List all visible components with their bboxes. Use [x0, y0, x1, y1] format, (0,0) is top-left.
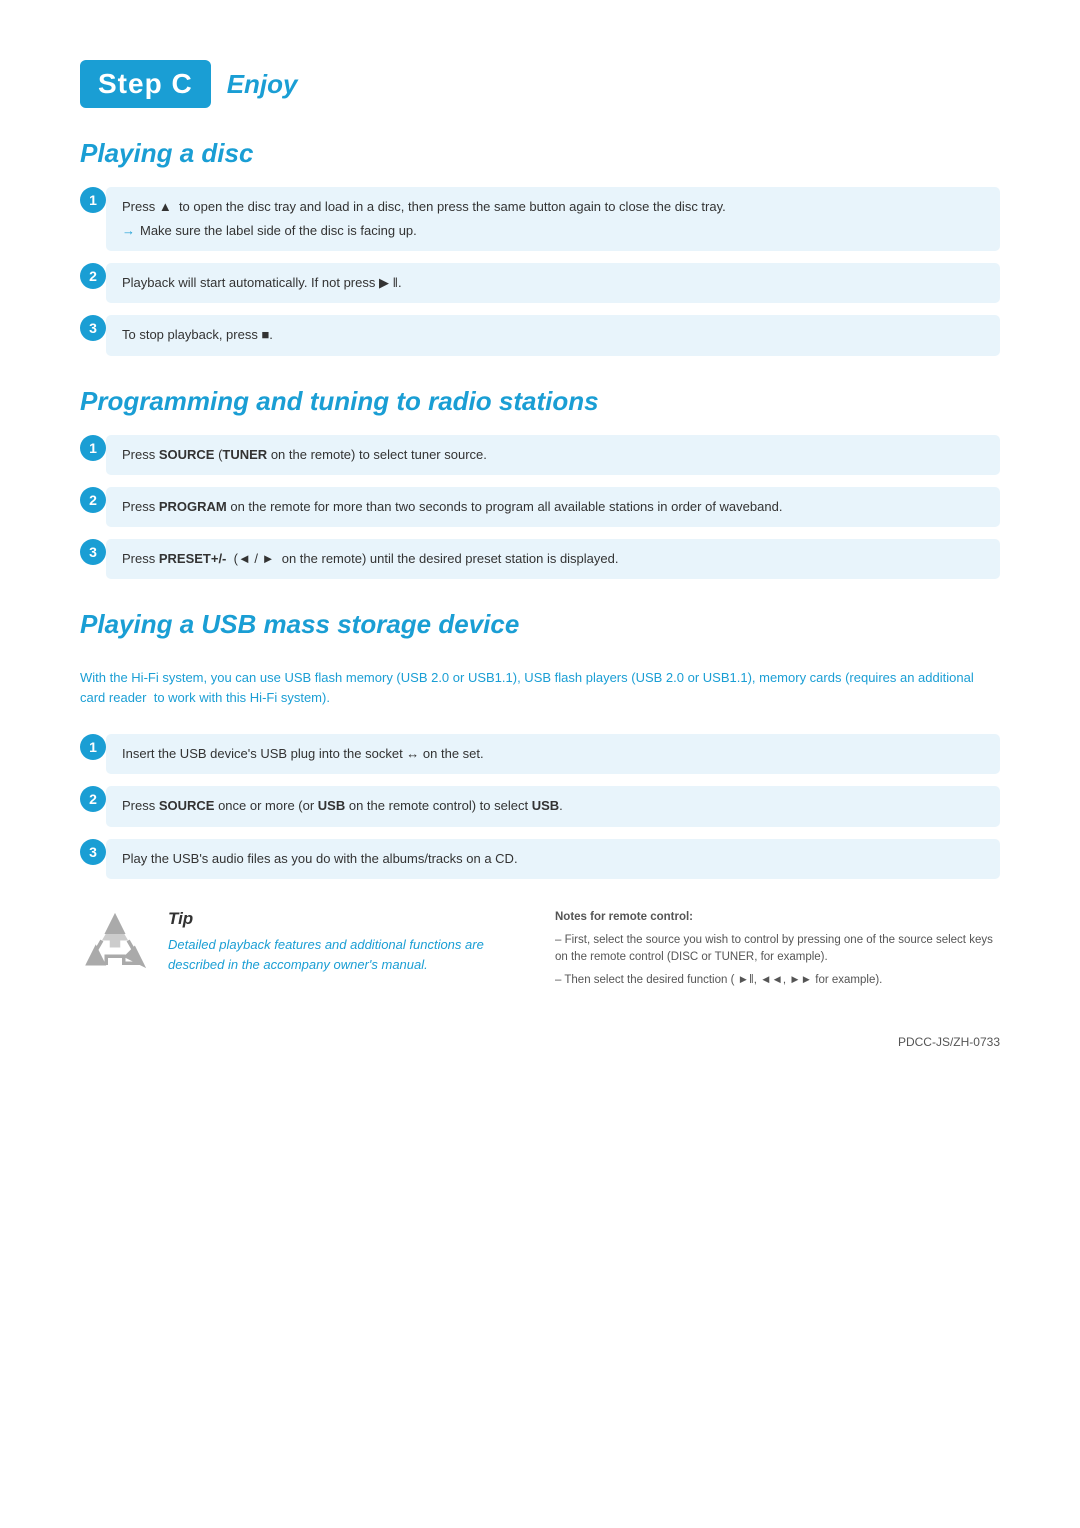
radio-step-num-1: 1: [80, 435, 106, 461]
usb-step-1-content: Insert the USB device's USB plug into th…: [106, 734, 1000, 774]
tip-text: Detailed playback features and additiona…: [168, 935, 525, 975]
usb-step-1: 1 Insert the USB device's USB plug into …: [80, 734, 1000, 774]
usb-step-num-3: 3: [80, 839, 106, 865]
radio-step-2: 2 Press PROGRAM on the remote for more t…: [80, 487, 1000, 527]
radio-step-num-3: 3: [80, 539, 106, 565]
notes-line-2: – Then select the desired function ( ►‖,…: [555, 972, 1000, 990]
disc-step-num-2: 2: [80, 263, 106, 289]
step-box: Step C: [80, 60, 211, 108]
tip-notes: Notes for remote control: – First, selec…: [555, 909, 1000, 995]
disc-step-3-content: To stop playback, press ■.: [106, 315, 1000, 355]
radio-step-num-2: 2: [80, 487, 106, 513]
usb-step-2: 2 Press SOURCE once or more (or USB on t…: [80, 786, 1000, 826]
usb-step-num-2: 2: [80, 786, 106, 812]
step-header: Step C Enjoy: [80, 60, 1000, 108]
tip-left: Tip Detailed playback features and addit…: [80, 909, 525, 995]
tip-area: Tip Detailed playback features and addit…: [80, 909, 1000, 995]
programming-section: Programming and tuning to radio stations…: [80, 386, 1000, 579]
disc-step-3: 3 To stop playback, press ■.: [80, 315, 1000, 355]
disc-step-1: 1 Press ▲ to open the disc tray and load…: [80, 187, 1000, 251]
usb-title: Playing a USB mass storage device: [80, 609, 1000, 640]
programming-title: Programming and tuning to radio stations: [80, 386, 1000, 417]
step-label: Step C: [98, 68, 193, 99]
disc-step-num-1: 1: [80, 187, 106, 213]
notes-title: Notes for remote control:: [555, 909, 1000, 927]
tip-text-block: Tip Detailed playback features and addit…: [168, 909, 525, 975]
radio-step-3-content: Press PRESET+/- (◄ / ► on the remote) un…: [106, 539, 1000, 579]
recycle-icon: [80, 909, 150, 979]
disc-step-2-content: Playback will start automatically. If no…: [106, 263, 1000, 303]
radio-step-3: 3 Press PRESET+/- (◄ / ► on the remote) …: [80, 539, 1000, 579]
usb-step-num-1: 1: [80, 734, 106, 760]
radio-step-1-content: Press SOURCE (TUNER on the remote) to se…: [106, 435, 1000, 475]
usb-step-2-content: Press SOURCE once or more (or USB on the…: [106, 786, 1000, 826]
footer: PDCC-JS/ZH-0733: [80, 1035, 1000, 1049]
radio-step-1: 1 Press SOURCE (TUNER on the remote) to …: [80, 435, 1000, 475]
usb-intro-text: With the Hi-Fi system, you can use USB f…: [80, 658, 1000, 718]
disc-step-1-sub: Make sure the label side of the disc is …: [122, 221, 984, 241]
step-enjoy-label: Enjoy: [227, 69, 298, 100]
tip-title: Tip: [168, 909, 525, 929]
usb-step-3: 3 Play the USB's audio files as you do w…: [80, 839, 1000, 879]
usb-section: Playing a USB mass storage device With t…: [80, 609, 1000, 879]
tip-content-wrap: Tip Detailed playback features and addit…: [80, 909, 525, 979]
radio-step-2-content: Press PROGRAM on the remote for more tha…: [106, 487, 1000, 527]
playing-disc-title: Playing a disc: [80, 138, 1000, 169]
footer-code: PDCC-JS/ZH-0733: [898, 1035, 1000, 1049]
disc-step-2: 2 Playback will start automatically. If …: [80, 263, 1000, 303]
usb-step-3-content: Play the USB's audio files as you do wit…: [106, 839, 1000, 879]
disc-step-num-3: 3: [80, 315, 106, 341]
playing-disc-section: Playing a disc 1 Press ▲ to open the dis…: [80, 138, 1000, 356]
notes-line-1: – First, select the source you wish to c…: [555, 932, 1000, 968]
disc-step-1-content: Press ▲ to open the disc tray and load i…: [106, 187, 1000, 251]
